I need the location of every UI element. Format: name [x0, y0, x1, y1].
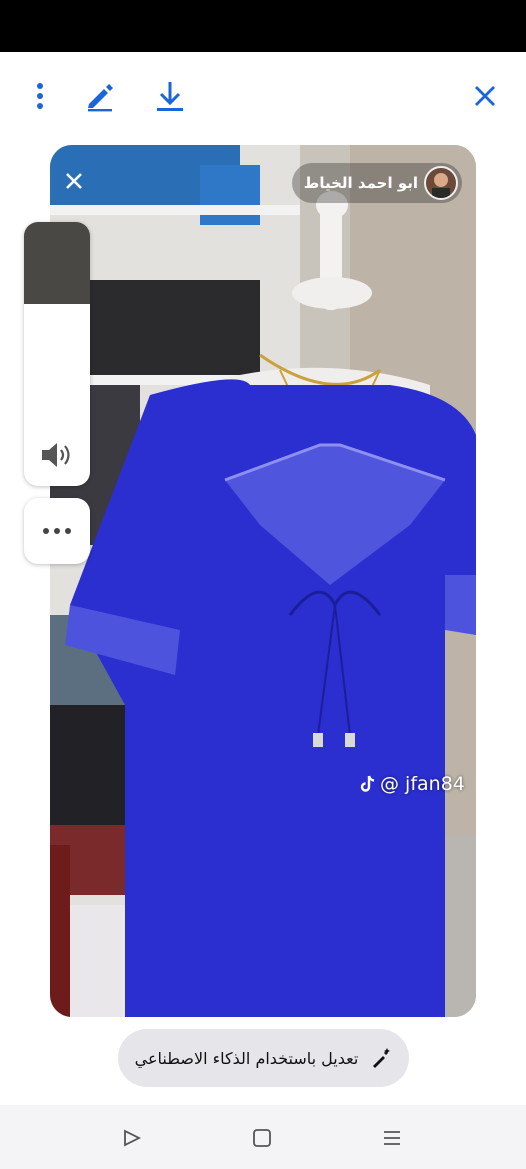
ai-edit-button[interactable]: تعديل باستخدام الذكاء الاصطناعي	[118, 1029, 409, 1087]
tiktok-icon	[360, 775, 375, 792]
top-toolbar	[0, 52, 526, 142]
watermark-handle: @ jfan84	[380, 773, 465, 795]
photo-close-icon[interactable]	[60, 167, 88, 195]
system-nav-bar	[0, 1105, 526, 1169]
tiktok-watermark: @ jfan84	[360, 773, 465, 795]
more-vertical-icon[interactable]	[20, 76, 60, 116]
recents-lines-icon[interactable]	[377, 1125, 407, 1151]
close-icon[interactable]	[465, 76, 505, 116]
product-photo[interactable]: ابو احمد الخياط @ jfan84	[50, 145, 476, 1017]
speaker-icon	[42, 443, 70, 467]
avatar	[424, 166, 458, 200]
edit-pen-icon[interactable]	[80, 76, 120, 116]
creator-chip[interactable]: ابو احمد الخياط	[291, 163, 462, 203]
status-bar	[0, 0, 526, 52]
magic-pen-icon	[373, 1048, 391, 1068]
more-horizontal-icon	[43, 528, 71, 534]
more-options-button[interactable]	[24, 498, 90, 564]
ai-edit-label: تعديل باستخدام الذكاء الاصطناعي	[134, 1048, 359, 1068]
back-triangle-icon[interactable]	[117, 1125, 147, 1151]
creator-name: ابو احمد الخياط	[303, 174, 418, 192]
photo-scene	[50, 145, 476, 1017]
download-icon[interactable]	[150, 76, 190, 116]
volume-slider[interactable]	[24, 222, 90, 486]
home-square-icon[interactable]	[247, 1125, 277, 1151]
volume-level-track	[24, 222, 90, 304]
